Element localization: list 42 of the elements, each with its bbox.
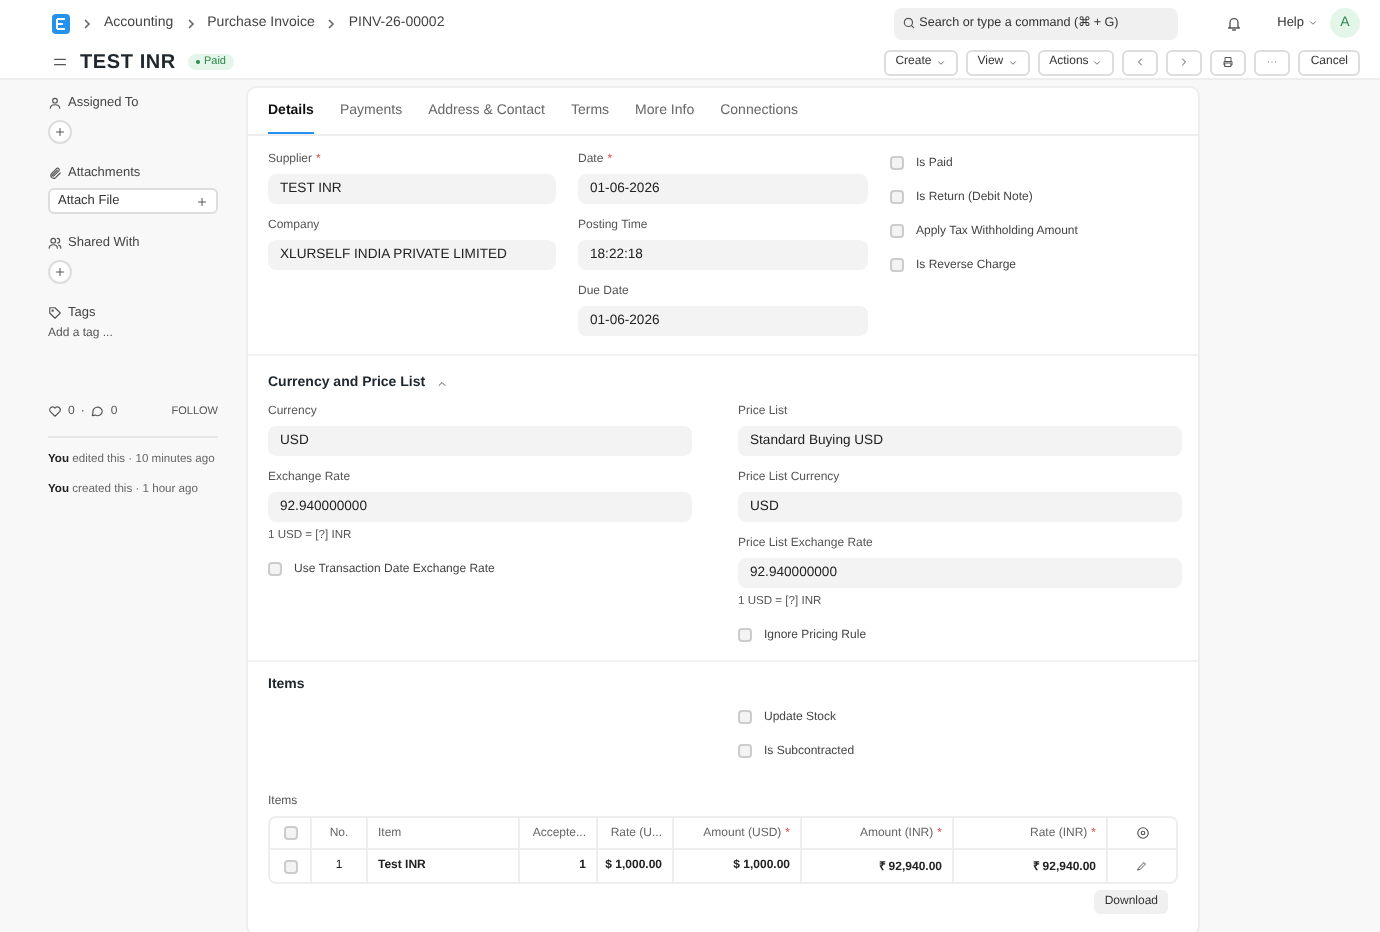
checkbox[interactable] [890,190,904,204]
heart-icon [48,404,62,418]
plus-icon [196,195,208,207]
checkbox[interactable] [268,562,282,576]
more-icon [1266,56,1279,68]
checkbox[interactable] [738,744,752,758]
caret-icon [1092,57,1103,67]
checkbox[interactable] [890,156,904,170]
checkbox[interactable] [738,710,752,724]
chevron-left-icon [1134,56,1147,68]
printer-icon [1222,56,1235,68]
tag-icon [48,306,62,320]
paperclip-icon [48,166,62,180]
menu-icon [52,54,68,70]
caret-icon [935,57,946,67]
user-icon [48,96,62,110]
app-logo[interactable] [52,13,70,33]
caret-icon [1007,57,1018,67]
checkbox[interactable] [738,628,752,642]
previous-button[interactable] [1122,49,1159,75]
users-icon [48,236,62,250]
print-button[interactable] [1210,49,1247,75]
search-icon [901,15,916,29]
plus-icon [54,126,66,138]
checkbox[interactable] [283,859,297,873]
pencil-icon [1136,860,1148,872]
checkbox[interactable] [890,258,904,272]
chevron-up-icon [435,377,448,389]
plus-icon [54,266,66,278]
chevron-icon [82,17,92,29]
chevron-icon [185,17,196,29]
add-button[interactable] [48,120,72,144]
chevron-right-icon [1178,56,1191,68]
comment-icon [90,404,105,418]
bell-icon [1225,15,1242,31]
page-title: TEST INR [80,51,176,73]
add-button[interactable] [48,260,72,284]
settings-icon [1135,826,1149,840]
chevron-icon [326,17,337,29]
caret-icon [1308,18,1318,28]
checkbox[interactable] [283,826,297,840]
checkbox[interactable] [890,224,904,238]
